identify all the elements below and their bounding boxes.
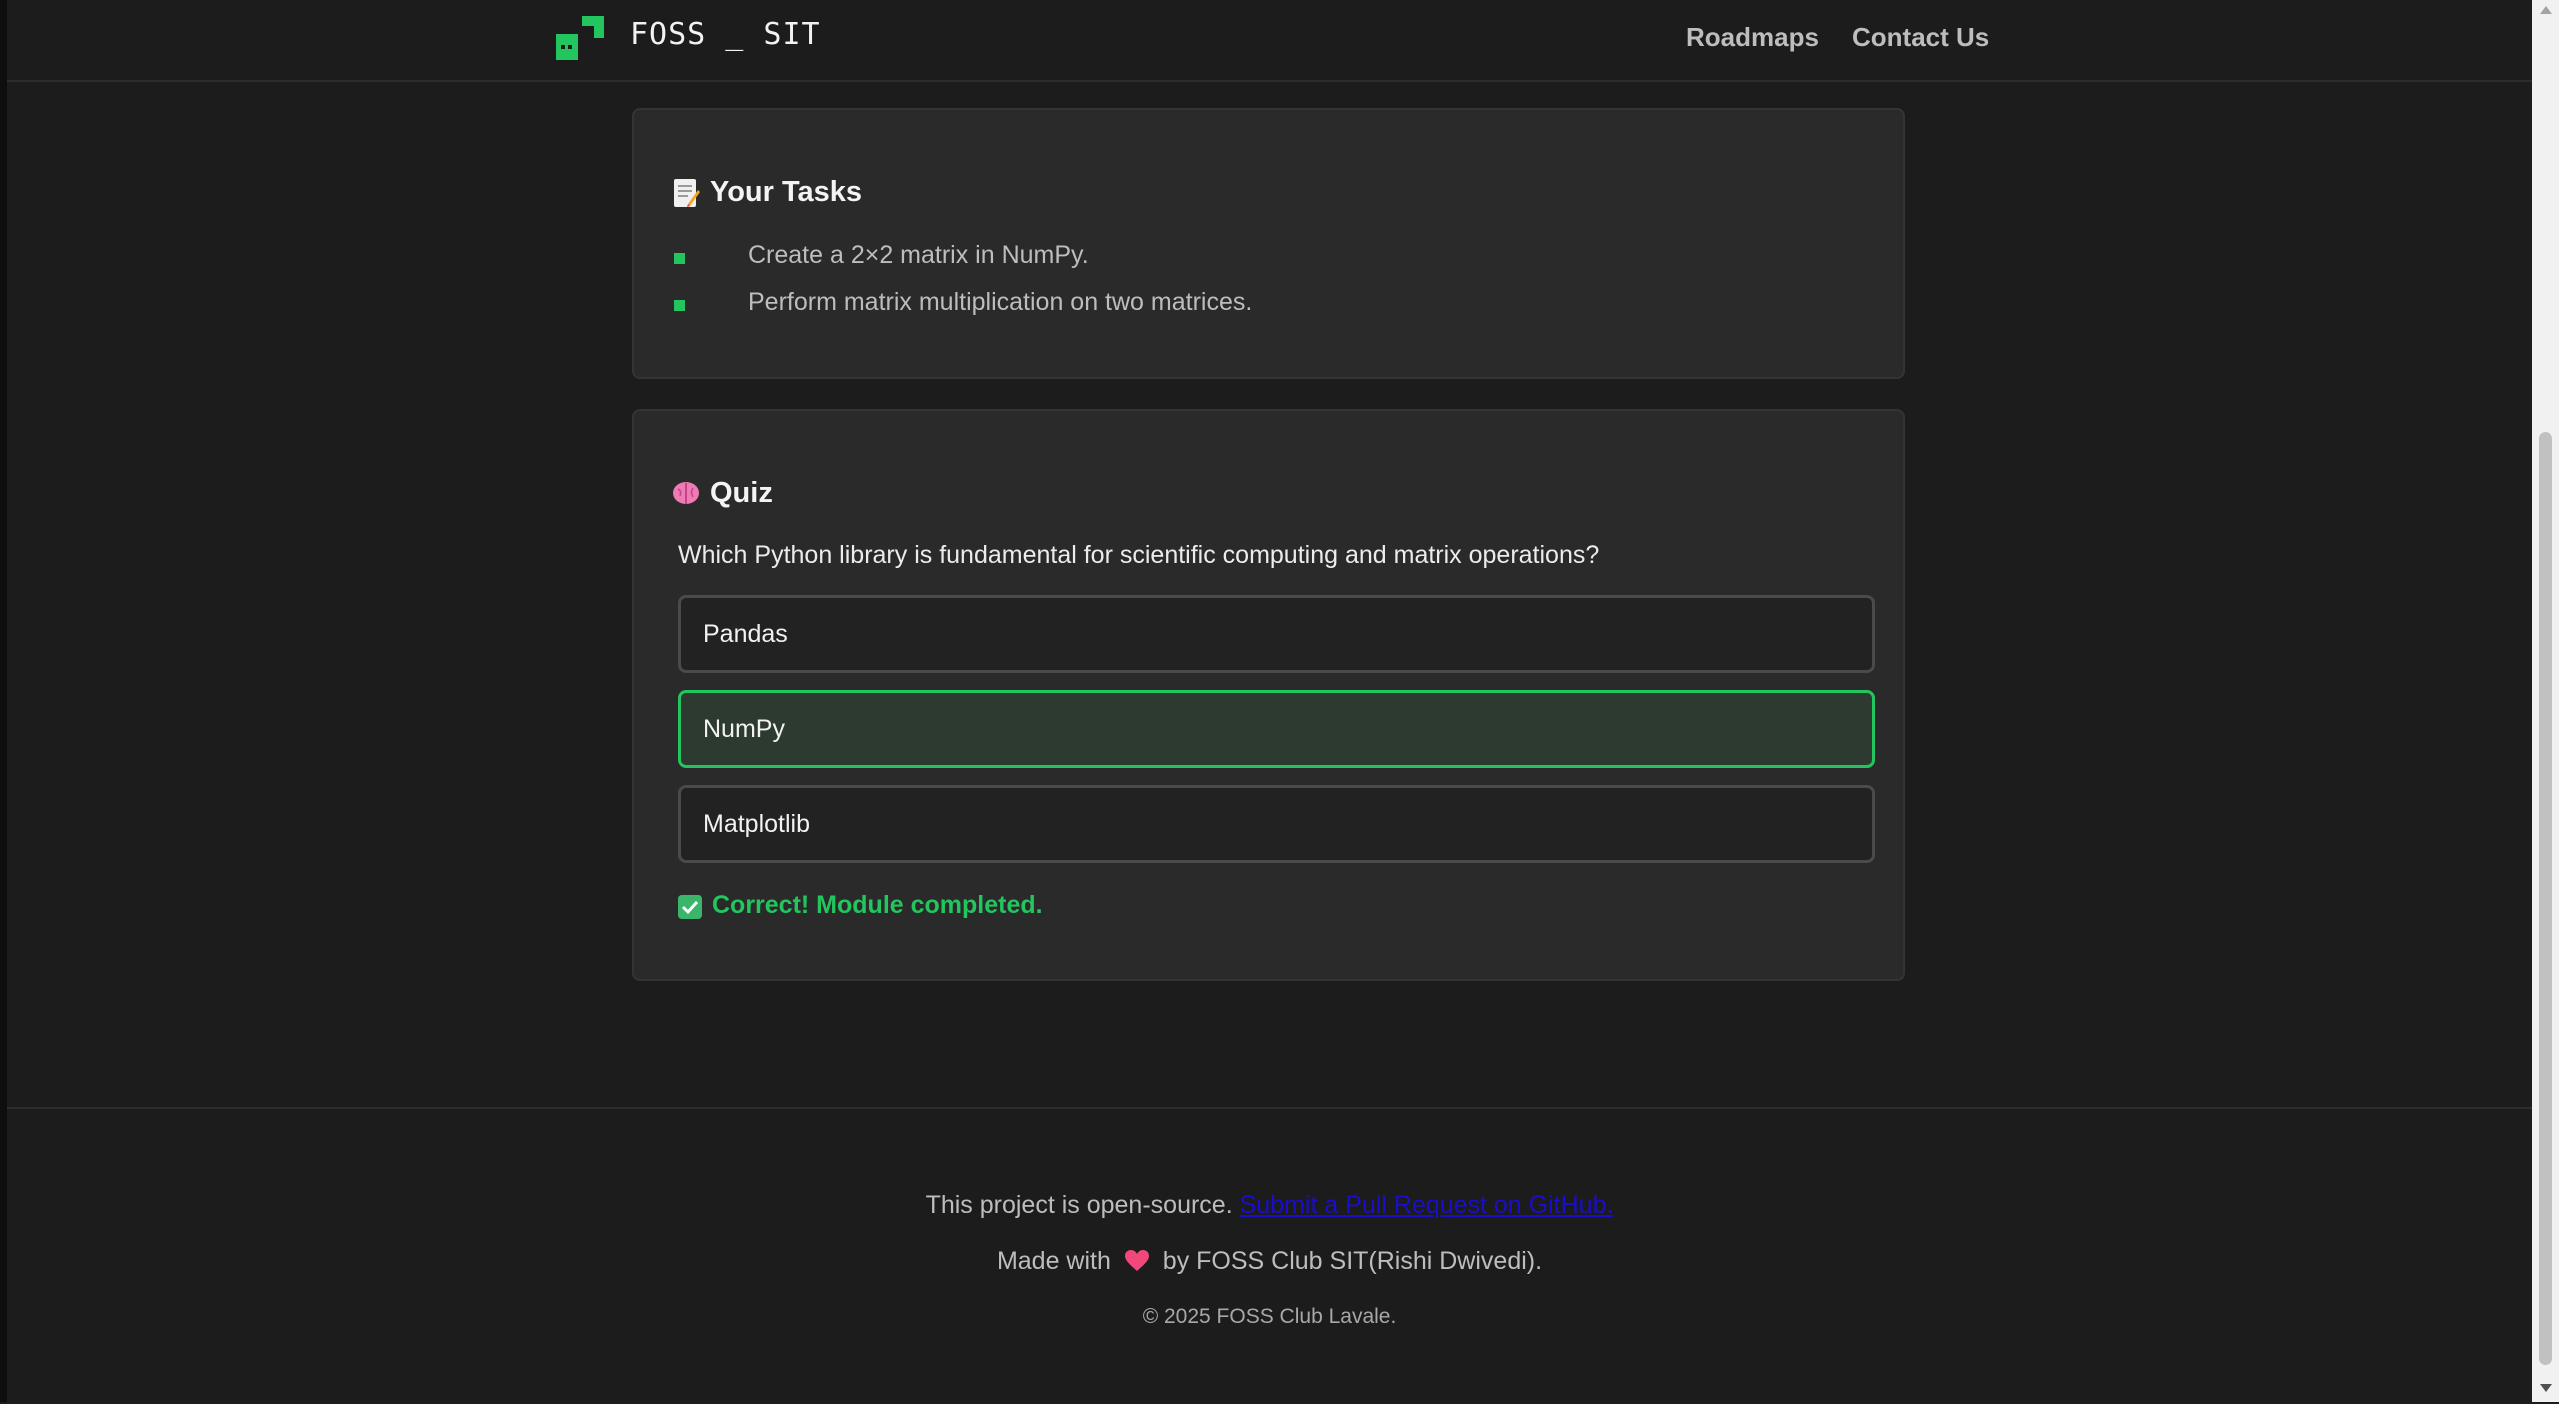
bullet-square-icon	[674, 253, 685, 264]
nav-roadmaps-link[interactable]: Roadmaps	[1686, 22, 1819, 53]
footer-author-text: by FOSS Club SIT(Rishi Dwivedi).	[1162, 1247, 1543, 1275]
footer-made-with-text: Made with	[996, 1247, 1111, 1275]
foss-logo-icon[interactable]	[556, 16, 604, 60]
quiz-question: Which Python library is fundamental for …	[678, 541, 1600, 569]
scroll-down-arrow-icon[interactable]	[2540, 1384, 2552, 1392]
heart-icon	[1124, 1250, 1149, 1271]
scroll-up-arrow-icon[interactable]	[2540, 6, 2552, 14]
window-left-edge	[0, 0, 7, 1402]
tasks-title: Your Tasks	[710, 176, 863, 208]
quiz-option-pandas[interactable]: Pandas	[678, 595, 1875, 673]
option-label: NumPy	[703, 715, 785, 743]
brain-icon	[673, 482, 699, 504]
vertical-scrollbar[interactable]	[2532, 0, 2559, 1402]
page: FOSS _ SIT Roadmaps Contact Us Your Task…	[7, 0, 2532, 1402]
top-navbar: FOSS _ SIT Roadmaps Contact Us	[7, 0, 2532, 82]
tasks-card: Your Tasks Create a 2×2 matrix in NumPy.…	[632, 108, 1905, 379]
scroll-thumb[interactable]	[2539, 432, 2552, 1365]
task-text: Create a 2×2 matrix in NumPy.	[748, 241, 1089, 269]
brand-name[interactable]: FOSS _ SIT	[630, 17, 821, 52]
result-message: Correct! Module completed.	[712, 891, 1043, 919]
footer-open-source-text: This project is open-source.	[925, 1191, 1233, 1219]
option-label: Pandas	[703, 620, 788, 648]
footer: This project is open-source. Submit a Pu…	[7, 1107, 2532, 1404]
footer-made-with-line: Made with by FOSS Club SIT(Rishi Dwivedi…	[7, 1247, 2532, 1276]
check-box-icon	[678, 895, 702, 919]
quiz-option-matplotlib[interactable]: Matplotlib	[678, 785, 1875, 863]
quiz-title: Quiz	[710, 477, 773, 509]
memo-icon	[674, 179, 700, 207]
footer-open-source-line: This project is open-source. Submit a Pu…	[7, 1191, 2532, 1220]
nav-contact-link[interactable]: Contact Us	[1852, 22, 1989, 53]
task-text: Perform matrix multiplication on two mat…	[748, 288, 1253, 316]
quiz-option-numpy[interactable]: NumPy	[678, 690, 1875, 768]
bullet-square-icon	[674, 300, 685, 311]
footer-copyright: © 2025 FOSS Club Lavale.	[1142, 1305, 1397, 1328]
quiz-card: Quiz Which Python library is fundamental…	[632, 409, 1905, 981]
option-label: Matplotlib	[703, 810, 810, 838]
github-pr-link[interactable]: Submit a Pull Request on GitHub.	[1240, 1191, 1614, 1219]
